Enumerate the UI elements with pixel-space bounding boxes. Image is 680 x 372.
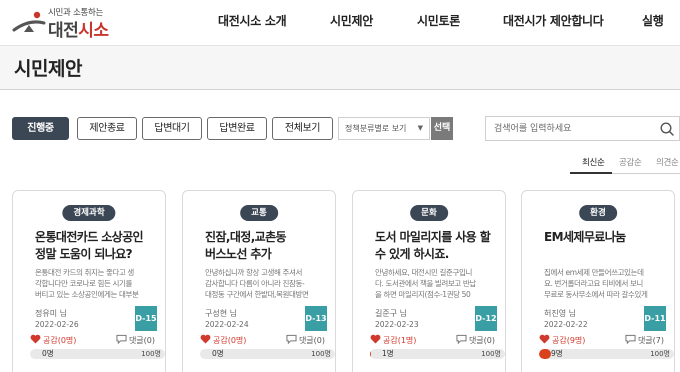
category-badge: 교통 xyxy=(240,205,278,221)
dday-badge: D-12 xyxy=(475,306,497,331)
post-date: 2022-02-23 xyxy=(375,320,419,329)
heart-icon xyxy=(539,334,550,344)
sort-comments[interactable]: 의견순 xyxy=(656,156,679,168)
like-count-label: 공감(1명) xyxy=(383,336,417,345)
nav-citizen-debate[interactable]: 시민토론 xyxy=(417,0,460,46)
search-input[interactable] xyxy=(494,121,654,137)
proposal-excerpt: 집에서 em세제 만들어쓰고있는데요. 번거롭더라고요 티비에서 보니 무료로 … xyxy=(544,268,648,299)
dday-badge: D-15 xyxy=(135,306,157,331)
post-date: 2022-02-24 xyxy=(205,320,249,329)
support-progress-fill xyxy=(370,349,371,359)
heart-icon xyxy=(30,334,41,344)
proposal-card[interactable]: 교통 진잠,대정,교촌동 버스노선 추가 안녕하십니까 항상 고생해 주셔서 감… xyxy=(182,190,336,372)
progress-current: 1명 xyxy=(382,349,394,358)
chevron-down-icon: ▼ xyxy=(417,124,423,132)
heart-icon xyxy=(370,334,381,344)
support-progress-fill xyxy=(539,349,551,359)
progress-goal: 100명 xyxy=(650,350,670,358)
author-name: 허진영 님 xyxy=(544,309,576,318)
search-icon[interactable] xyxy=(659,121,675,137)
like-count[interactable]: 공감(0명) xyxy=(200,334,246,346)
dday-badge: D-13 xyxy=(305,306,327,331)
nav-intro[interactable]: 대전시소 소개 xyxy=(218,0,287,46)
filter-awaiting-answer-button[interactable]: 답변대기 xyxy=(142,117,202,140)
author-name: 구성현 님 xyxy=(205,309,237,318)
nav-citizen-proposal[interactable]: 시민제안 xyxy=(330,0,373,46)
proposal-title[interactable]: 도서 마일리지를 사용 할 수 있게 하시죠. xyxy=(375,229,499,263)
filter-closed-button[interactable]: 제안종료 xyxy=(77,117,137,140)
select-apply-button[interactable]: 선택 xyxy=(431,117,453,140)
site-logo[interactable]: 시민과 소통하는 대전시소 xyxy=(12,5,112,41)
comment-count-label: 댓글(0) xyxy=(298,336,325,345)
support-progress-bar: 1명 100명 xyxy=(370,349,505,359)
proposal-title[interactable]: 진잠,대정,교촌동 버스노선 추가 xyxy=(205,229,329,263)
support-progress-bar: 9명 100명 xyxy=(539,349,674,359)
comment-icon xyxy=(116,334,127,344)
logo-name: 대전시소 xyxy=(48,21,109,41)
nav-execution[interactable]: 실행 xyxy=(642,0,664,46)
comment-count[interactable]: 댓글(0) xyxy=(116,334,155,346)
like-count-label: 공감(0명) xyxy=(43,336,77,345)
category-badge: 경제과학 xyxy=(62,205,116,221)
progress-goal: 100명 xyxy=(141,350,161,358)
search-box xyxy=(485,116,680,141)
author-name: 정유미 님 xyxy=(35,309,67,318)
filter-answered-button[interactable]: 답변완료 xyxy=(207,117,267,140)
post-date: 2022-02-26 xyxy=(35,320,79,329)
comment-icon xyxy=(456,334,467,344)
proposal-excerpt: 온통대전 카드의 취지는 좋다고 생각합니다만 코로나로 힘든 시기를 버티고 … xyxy=(35,268,139,299)
dday-badge: D-11 xyxy=(644,306,666,331)
proposal-excerpt: 안녕하십니까 항상 고생해 주셔서 감사합니다 다름이 아니라 진잠동-대정동 … xyxy=(205,268,309,299)
category-badge: 환경 xyxy=(579,205,617,221)
comment-count[interactable]: 댓글(0) xyxy=(456,334,495,346)
nav-city-proposal[interactable]: 대전시가 제안합니다 xyxy=(503,0,604,46)
progress-goal: 100명 xyxy=(481,350,501,358)
page-title: 시민제안 xyxy=(14,58,82,80)
title-band: 시민제안 xyxy=(0,46,680,90)
proposal-title[interactable]: EM세제무료나눔 xyxy=(544,229,668,246)
filter-in-progress-button[interactable]: 진행중 xyxy=(12,117,69,140)
proposal-card[interactable]: 환경 EM세제무료나눔 집에서 em세제 만들어쓰고있는데요. 번거롭더라고요 … xyxy=(521,190,675,372)
like-count-label: 공감(9명) xyxy=(552,336,586,345)
like-count[interactable]: 공감(1명) xyxy=(370,334,416,346)
comment-count[interactable]: 댓글(0) xyxy=(286,334,325,346)
progress-current: 9명 xyxy=(551,349,563,358)
like-count[interactable]: 공감(0명) xyxy=(30,334,76,346)
comment-icon xyxy=(625,334,636,344)
comment-count-label: 댓글(0) xyxy=(128,336,155,345)
post-date: 2022-02-22 xyxy=(544,320,588,329)
comment-count-label: 댓글(7) xyxy=(637,336,664,345)
progress-goal: 100명 xyxy=(311,350,331,358)
category-select-value: 정책분류별로 보기 xyxy=(345,124,407,133)
filter-all-button[interactable]: 전체보기 xyxy=(272,117,333,140)
sort-latest[interactable]: 최신순 xyxy=(582,156,605,168)
comment-icon xyxy=(286,334,297,344)
like-count-label: 공감(0명) xyxy=(213,336,247,345)
proposal-card[interactable]: 문화 도서 마일리지를 사용 할 수 있게 하시죠. 안녕하세요, 대전시민 길… xyxy=(352,190,506,372)
proposal-title[interactable]: 온통대전카드 소상공인 정말 도움이 되나요? xyxy=(35,229,159,263)
heart-icon xyxy=(200,334,211,344)
progress-current: 0명 xyxy=(42,349,54,358)
category-badge: 문화 xyxy=(410,205,448,221)
comment-count-label: 댓글(0) xyxy=(468,336,495,345)
progress-current: 0명 xyxy=(212,349,224,358)
proposal-excerpt: 안녕하세요, 대전시민 길준구입니다. 도서관에서 책을 빌려보고 반납을 하면… xyxy=(375,268,476,299)
author-name: 길준구 님 xyxy=(375,309,407,318)
sort-active-underline xyxy=(570,172,612,174)
support-progress-bar: 0명 100명 xyxy=(30,349,165,359)
site-header: 시민과 소통하는 대전시소 대전시소 소개 시민제안 시민토론 대전시가 제안합… xyxy=(0,0,680,46)
comment-count[interactable]: 댓글(7) xyxy=(625,334,664,346)
sort-likes[interactable]: 공감순 xyxy=(619,156,642,168)
proposal-card[interactable]: 경제과학 온통대전카드 소상공인 정말 도움이 되나요? 온통대전 카드의 취지… xyxy=(12,190,166,372)
support-progress-bar: 0명 100명 xyxy=(200,349,335,359)
like-count[interactable]: 공감(9명) xyxy=(539,334,585,346)
seesaw-logo-icon xyxy=(12,11,46,32)
category-select[interactable]: 정책분류별로 보기 ▼ xyxy=(338,117,430,140)
